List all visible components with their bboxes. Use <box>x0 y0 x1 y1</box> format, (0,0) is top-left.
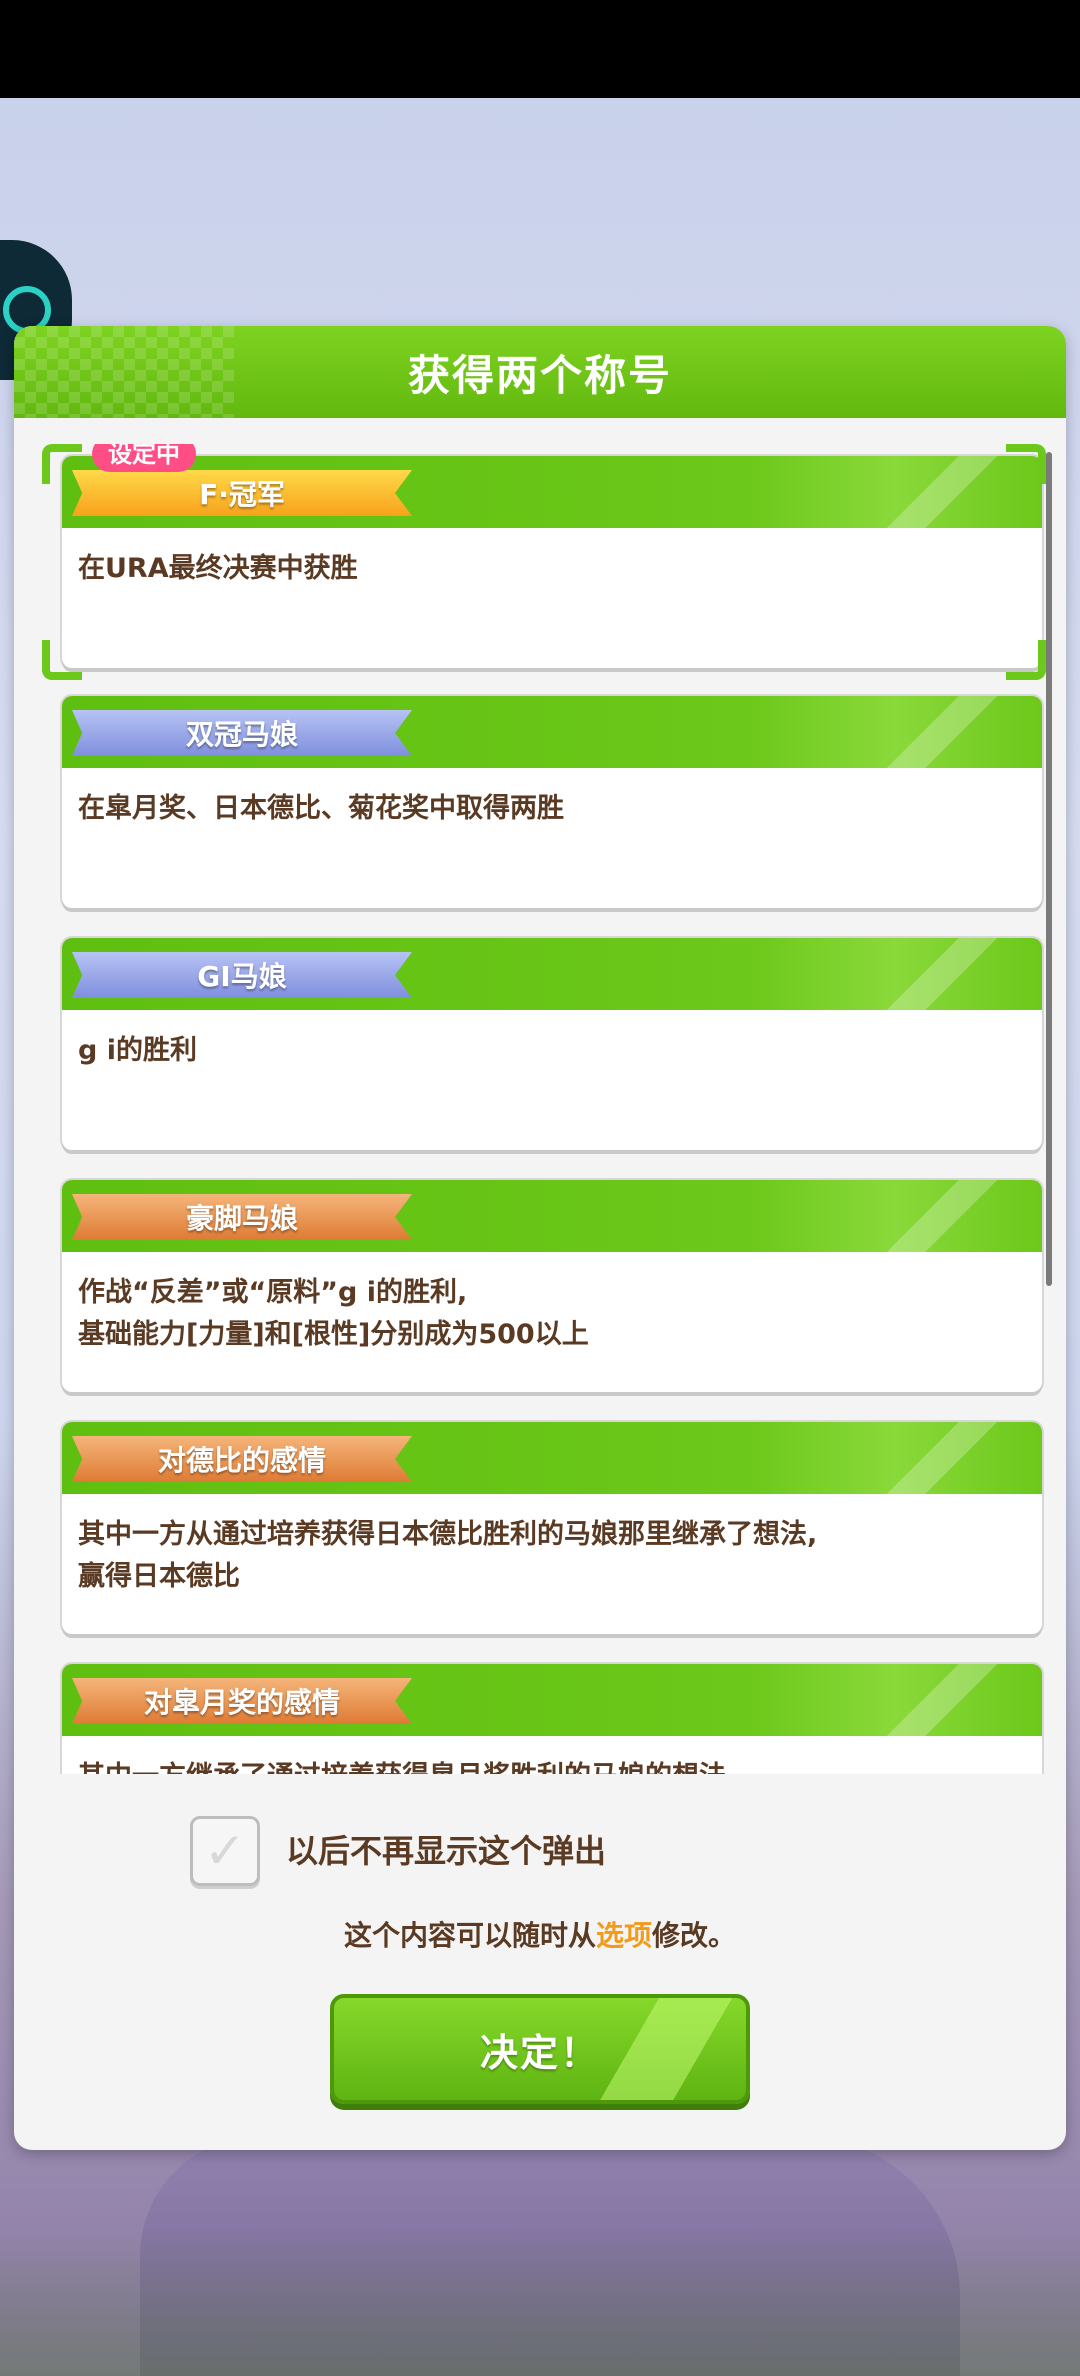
current-setting-badge: 设定中 <box>92 444 196 472</box>
settings-hint: 这个内容可以随时从选项修改。 <box>14 1914 1066 1954</box>
title-description: 其中一方从通过培养获得日本德比胜利的马娘那里继承了想法, 赢得日本德比 <box>78 1519 818 1592</box>
hint-suffix: 修改。 <box>652 1919 737 1952</box>
checkmark-icon: ✓ <box>204 1822 246 1880</box>
title-card[interactable]: 双冠马娘 在皐月奖、日本德比、菊花奖中取得两胜 <box>62 696 1042 908</box>
title-acquired-dialog: 获得两个称号 F·冠军 在URA最终决赛中获胜 设定中 双冠马娘 在皐月奖、日本… <box>14 326 1066 2150</box>
title-item-selected[interactable]: F·冠军 在URA最终决赛中获胜 设定中 <box>36 444 1046 680</box>
dont-show-again-label[interactable]: 以后不再显示这个弹出 <box>286 1826 606 1872</box>
title-ribbon: F·冠军 <box>72 470 412 516</box>
title-ribbon: 双冠马娘 <box>72 710 412 756</box>
options-link[interactable]: 选项 <box>596 1919 652 1952</box>
dialog-title: 获得两个称号 <box>407 350 672 400</box>
title-ribbon: 对德比的感情 <box>72 1436 412 1482</box>
title-description: 其中一方继承了通过培养获得皐月奖胜利的马娘的想法 <box>78 1756 1026 1774</box>
dialog-header: 获得两个称号 <box>14 326 1066 418</box>
title-ribbon: 对皐月奖的感情 <box>72 1678 412 1724</box>
title-card[interactable]: 对德比的感情 其中一方从通过培养获得日本德比胜利的马娘那里继承了想法, 赢得日本… <box>62 1422 1042 1634</box>
title-ribbon: GI马娘 <box>72 952 412 998</box>
title-ribbon: 豪脚马娘 <box>72 1194 412 1240</box>
title-description: 在皐月奖、日本德比、菊花奖中取得两胜 <box>78 793 564 824</box>
title-card[interactable]: GI马娘 g i的胜利 <box>62 938 1042 1150</box>
confirm-button-label: 决定！ <box>479 2030 600 2075</box>
title-card: F·冠军 在URA最终决赛中获胜 <box>62 456 1042 668</box>
title-card[interactable]: 对皐月奖的感情 其中一方继承了通过培养获得皐月奖胜利的马娘的想法 <box>62 1664 1042 1774</box>
title-description: 作战“反差”或“原料”g i的胜利, 基础能力[力量]和[根性]分别成为500以… <box>78 1277 589 1350</box>
title-list[interactable]: F·冠军 在URA最终决赛中获胜 设定中 双冠马娘 在皐月奖、日本德比、菊花奖中… <box>36 444 1046 1774</box>
title-card[interactable]: 豪脚马娘 作战“反差”或“原料”g i的胜利, 基础能力[力量]和[根性]分别成… <box>62 1180 1042 1392</box>
confirm-button[interactable]: 决定！ <box>330 1994 750 2104</box>
list-scrollbar[interactable] <box>1046 452 1052 1286</box>
background-ground <box>0 2226 1080 2376</box>
dont-show-again-checkbox[interactable]: ✓ <box>190 1816 260 1886</box>
status-bar <box>0 0 1080 98</box>
hint-prefix: 这个内容可以随时从 <box>343 1919 596 1952</box>
title-description: 在URA最终决赛中获胜 <box>78 553 358 584</box>
title-description: g i的胜利 <box>78 1035 197 1066</box>
